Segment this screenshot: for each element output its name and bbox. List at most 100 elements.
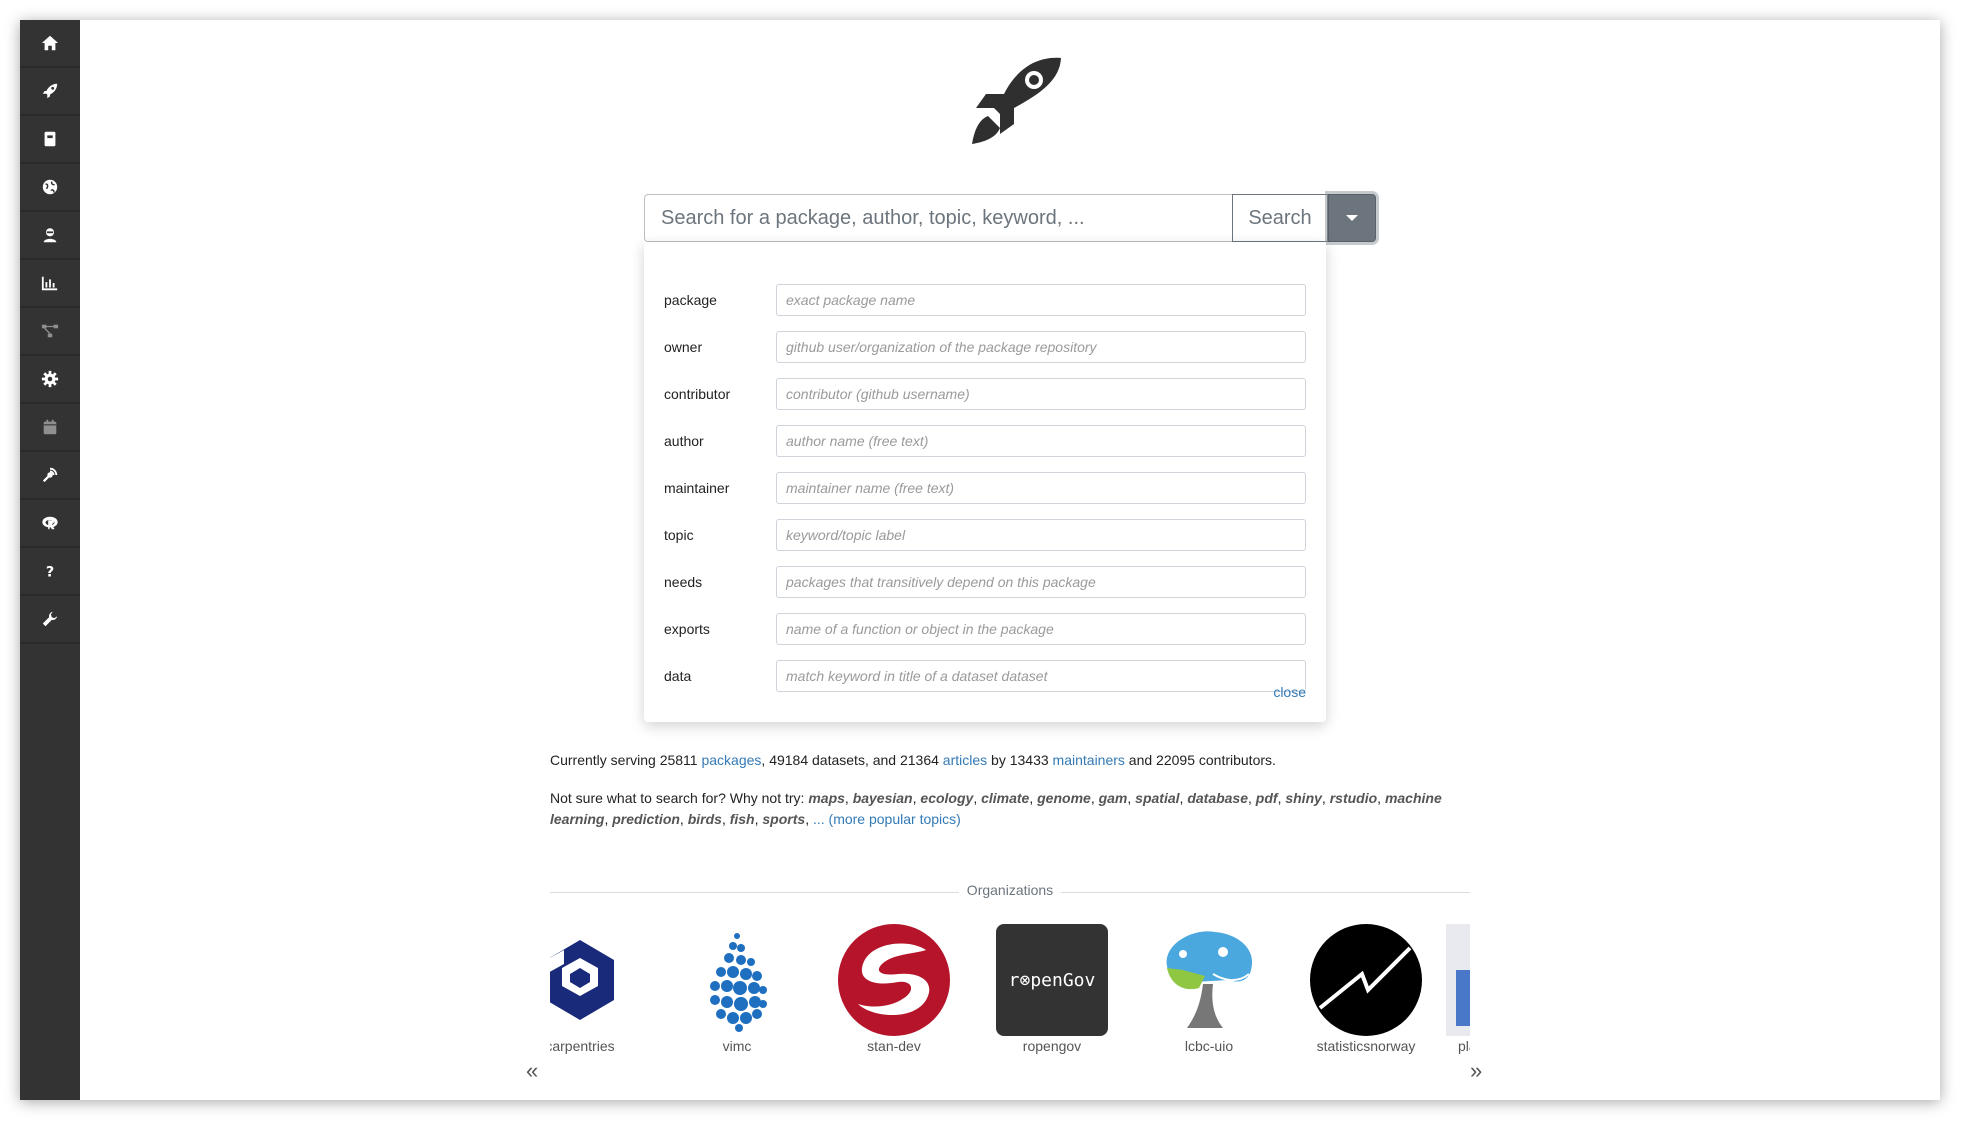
carousel-prev-button[interactable]: «: [526, 1058, 538, 1084]
adv-row-package: package: [664, 284, 1306, 316]
organizations-title: Organizations: [958, 882, 1062, 898]
org-name: vimc: [722, 1038, 752, 1054]
needs-field[interactable]: [776, 566, 1306, 598]
org-tile-ropengov[interactable]: r⊗penGov ropengov: [992, 924, 1112, 1054]
advanced-search-toggle[interactable]: [1328, 194, 1376, 242]
sidebar-item-tools[interactable]: [20, 596, 80, 644]
owner-field[interactable]: [776, 331, 1306, 363]
contributor-field[interactable]: [776, 378, 1306, 410]
carousel-next-button[interactable]: »: [1470, 1058, 1482, 1084]
sidebar-item-user-secret[interactable]: [20, 212, 80, 260]
packages-link[interactable]: packages: [701, 752, 761, 768]
package-field[interactable]: [776, 284, 1306, 316]
topic-suggestion[interactable]: bayesian: [853, 790, 913, 806]
exports-field[interactable]: [776, 613, 1306, 645]
topic-suggestions: Not sure what to search for? Why not try…: [550, 788, 1470, 830]
caret-down-icon: [1346, 215, 1358, 221]
carpentries-logo-icon: [550, 940, 614, 1020]
org-name: lcbc-uio: [1184, 1038, 1234, 1054]
maintainers-link[interactable]: maintainers: [1053, 752, 1125, 768]
topic-suggestion[interactable]: rstudio: [1330, 790, 1377, 806]
org-name: ropengov: [1022, 1038, 1082, 1054]
topic-field[interactable]: [776, 519, 1306, 551]
search-button[interactable]: Search: [1232, 194, 1328, 242]
org-tile-partial[interactable]: pla: [1446, 924, 1470, 1054]
topic-suggestion[interactable]: climate: [981, 790, 1029, 806]
topic-separator: ,: [1377, 790, 1385, 806]
book-icon: [44, 131, 56, 147]
org-name: statisticsnorway: [1316, 1038, 1416, 1054]
topic-suggestion[interactable]: prediction: [612, 811, 680, 827]
close-link[interactable]: close: [1273, 684, 1306, 700]
org-tile-vimc[interactable]: vimc: [677, 924, 797, 1054]
adv-row-exports: exports: [664, 613, 1306, 645]
bar-chart-icon: [41, 276, 58, 291]
adv-row-needs: needs: [664, 566, 1306, 598]
sidebar-item-r[interactable]: [20, 500, 80, 548]
topic-suggestion[interactable]: fish: [730, 811, 755, 827]
sidebar-item-calendar[interactable]: [20, 404, 80, 452]
statisticsnorway-logo-icon: [1310, 924, 1422, 1036]
sidebar-item-home[interactable]: [20, 20, 80, 68]
topic-suggestion[interactable]: pdf: [1256, 790, 1278, 806]
sidebar-item-broadcast[interactable]: [20, 452, 80, 500]
adv-label-author: author: [664, 433, 704, 449]
topic-suggestion[interactable]: shiny: [1285, 790, 1322, 806]
org-tile-stan-dev[interactable]: stan-dev: [834, 924, 954, 1054]
ropengov-logo-text: r⊗penGov: [1009, 970, 1096, 991]
stats-line: Currently serving 25811 packages, 49184 …: [550, 752, 1470, 768]
sidebar-filler: [20, 668, 80, 1100]
org-name: stan-dev: [867, 1038, 921, 1054]
topic-suggestion[interactable]: ecology: [920, 790, 973, 806]
topic-separator: ,: [844, 790, 853, 806]
adv-label-maintainer: maintainer: [664, 480, 730, 496]
sidebar: ?: [20, 20, 80, 1100]
sidebar-item-help[interactable]: ?: [20, 548, 80, 596]
adv-label-data: data: [664, 668, 692, 684]
topic-suggestion[interactable]: maps: [808, 790, 845, 806]
topic-suggestion[interactable]: gam: [1099, 790, 1128, 806]
network-icon: [41, 324, 59, 338]
sidebar-item-book[interactable]: [20, 116, 80, 164]
svg-text:?: ?: [46, 564, 54, 580]
gear-icon: [41, 370, 59, 388]
org-tile-carpentries[interactable]: carpentries: [550, 924, 640, 1054]
lcbc-uio-logo-icon: [1166, 931, 1253, 1028]
adv-row-contributor: contributor: [664, 378, 1306, 410]
wrench-icon: [42, 611, 58, 627]
partial-org-logo-icon: [1446, 924, 1470, 1036]
stats-middle-1: , 49184 datasets, and 21364: [761, 752, 943, 768]
topic-separator: ,: [1029, 790, 1038, 806]
topic-separator: ,: [721, 811, 730, 827]
sidebar-item-globe[interactable]: [20, 164, 80, 212]
maintainer-field[interactable]: [776, 472, 1306, 504]
topic-separator: ,: [1248, 790, 1256, 806]
adv-row-maintainer: maintainer: [664, 472, 1306, 504]
author-field[interactable]: [776, 425, 1306, 457]
organizations-carousel: carpentries vimc stan-dev r⊗penGov ropen…: [550, 924, 1470, 1100]
topic-suggestion[interactable]: database: [1187, 790, 1248, 806]
topic-suggestion[interactable]: genome: [1037, 790, 1091, 806]
articles-link[interactable]: articles: [943, 752, 987, 768]
calendar-icon: [43, 419, 57, 435]
search-bar: Search: [644, 194, 1376, 242]
data-field[interactable]: [776, 660, 1306, 692]
more-topics-link[interactable]: ... (more popular topics): [813, 811, 961, 827]
sidebar-item-rocket[interactable]: [20, 68, 80, 116]
sidebar-item-settings[interactable]: [20, 356, 80, 404]
topic-suggestion[interactable]: birds: [688, 811, 722, 827]
globe-icon: [42, 179, 58, 195]
suggest-prefix: Not sure what to search for? Why not try…: [550, 790, 809, 806]
topic-separator: ,: [1090, 790, 1099, 806]
organizations-header: Organizations: [550, 882, 1470, 902]
org-tile-lcbc-uio[interactable]: lcbc-uio: [1149, 924, 1269, 1054]
sidebar-item-network[interactable]: [20, 308, 80, 356]
topic-suggestion[interactable]: sports: [762, 811, 805, 827]
topic-suggestion[interactable]: spatial: [1135, 790, 1179, 806]
browser-window: ? Search package owner contributor: [20, 20, 1940, 1100]
sidebar-item-statistics[interactable]: [20, 260, 80, 308]
search-input[interactable]: [644, 194, 1232, 242]
topic-separator: ,: [1127, 790, 1136, 806]
org-tile-statisticsnorway[interactable]: statisticsnorway: [1306, 924, 1426, 1054]
adv-label-contributor: contributor: [664, 386, 731, 402]
